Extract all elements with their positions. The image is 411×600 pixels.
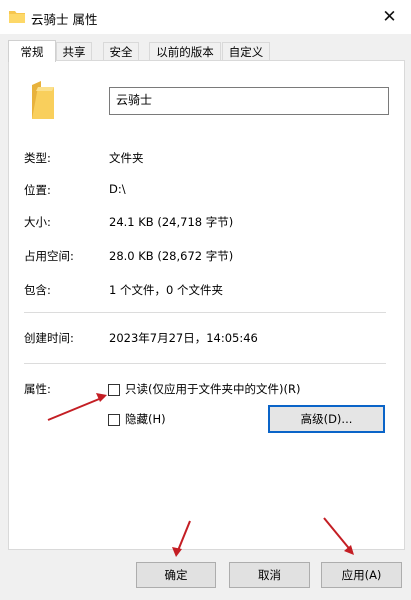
type-value: 文件夹 (109, 151, 144, 165)
tab-general[interactable]: 常规 (8, 40, 56, 62)
window-title: 云骑士 属性 (31, 12, 98, 27)
contains-value: 1 个文件，0 个文件夹 (109, 283, 223, 297)
close-button[interactable]: ✕ (368, 0, 411, 34)
location-value: D:\ (109, 182, 126, 196)
tab-strip: 常规 共享 安全 以前的版本 自定义 (0, 40, 411, 62)
close-icon: ✕ (382, 7, 397, 27)
size-value: 24.1 KB (24,718 字节) (109, 215, 234, 229)
divider (24, 312, 386, 313)
folder-name-input[interactable]: 云骑士 (109, 87, 389, 115)
advanced-button[interactable]: 高级(D)... (268, 405, 385, 433)
contains-label: 包含: (24, 283, 51, 297)
folder-icon (32, 81, 54, 119)
divider (24, 363, 386, 364)
tab-customize[interactable]: 自定义 (222, 42, 270, 61)
ok-button[interactable]: 确定 (136, 562, 216, 588)
hidden-label[interactable]: 隐藏(H) (125, 411, 166, 427)
size-label: 大小: (24, 215, 51, 229)
readonly-label[interactable]: 只读(仅应用于文件夹中的文件)(R) (125, 381, 300, 397)
tab-previous-versions[interactable]: 以前的版本 (149, 42, 221, 61)
size-on-disk-value: 28.0 KB (28,672 字节) (109, 249, 234, 263)
created-value: 2023年7月27日，14:05:46 (109, 331, 258, 345)
general-panel: 云骑士 类型: 文件夹 位置: D:\ 大小: 24.1 KB (24,718 … (8, 60, 405, 550)
folder-icon (9, 11, 25, 23)
size-on-disk-label: 占用空间: (24, 249, 74, 263)
cancel-button[interactable]: 取消 (229, 562, 310, 588)
apply-button[interactable]: 应用(A) (321, 562, 402, 588)
tab-security[interactable]: 安全 (103, 42, 139, 61)
attributes-label: 属性: (24, 382, 51, 396)
readonly-checkbox[interactable] (108, 384, 120, 396)
location-label: 位置: (24, 183, 51, 197)
tab-sharing[interactable]: 共享 (56, 42, 92, 61)
created-label: 创建时间: (24, 331, 74, 345)
title-bar: 云骑士 属性 ✕ (0, 0, 411, 34)
hidden-checkbox[interactable] (108, 414, 120, 426)
type-label: 类型: (24, 151, 51, 165)
